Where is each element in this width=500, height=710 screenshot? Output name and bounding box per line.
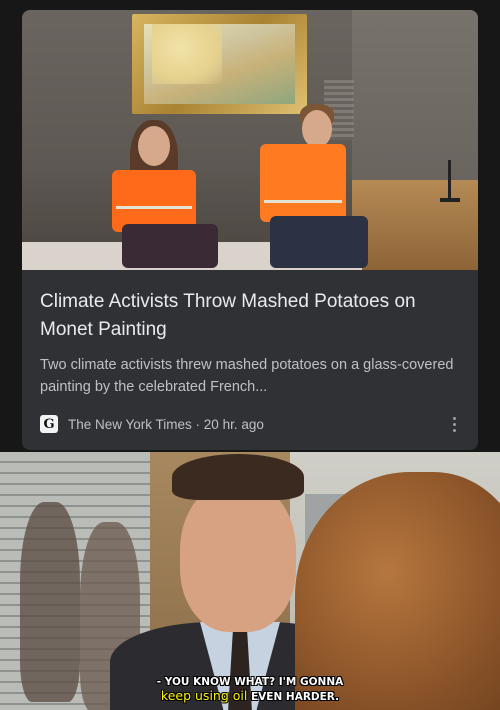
article-source-row: G The New York Times · 20 hr. ago xyxy=(40,414,460,434)
barrier-post xyxy=(448,160,451,200)
new-york-times-logo-icon: G xyxy=(40,415,58,433)
meme-caption: - YOU KNOW WHAT? I'M GONNA keep using oi… xyxy=(0,676,500,704)
monet-painting-frame xyxy=(132,14,307,114)
background-person xyxy=(20,502,80,702)
source-name-and-time: The New York Times · 20 hr. ago xyxy=(68,416,264,432)
more-options-icon[interactable] xyxy=(444,412,464,436)
caption-edited-text: keep using oil xyxy=(160,688,248,703)
barrier-post-base xyxy=(440,198,460,202)
activist-left xyxy=(112,120,222,270)
meme-image xyxy=(0,452,500,710)
article-snippet: Two climate activists threw mashed potat… xyxy=(40,357,454,395)
caption-line-2: keep using oil EVEN HARDER. xyxy=(0,689,500,704)
activist-right xyxy=(240,104,370,270)
gallery-floor xyxy=(352,180,478,270)
man-hair xyxy=(172,454,304,500)
news-result-card[interactable]: Climate Activists Throw Mashed Potatoes … xyxy=(22,10,478,450)
man-face xyxy=(180,482,296,632)
gallery-wall xyxy=(352,10,478,185)
caption-line-2-end: EVEN HARDER. xyxy=(247,691,340,703)
caption-line-1: - YOU KNOW WHAT? I'M GONNA xyxy=(156,676,344,688)
news-article-photo[interactable] xyxy=(22,10,478,270)
article-headline[interactable]: Climate Activists Throw Mashed Potatoes … xyxy=(40,288,460,344)
mashed-potato-splash xyxy=(152,24,222,84)
